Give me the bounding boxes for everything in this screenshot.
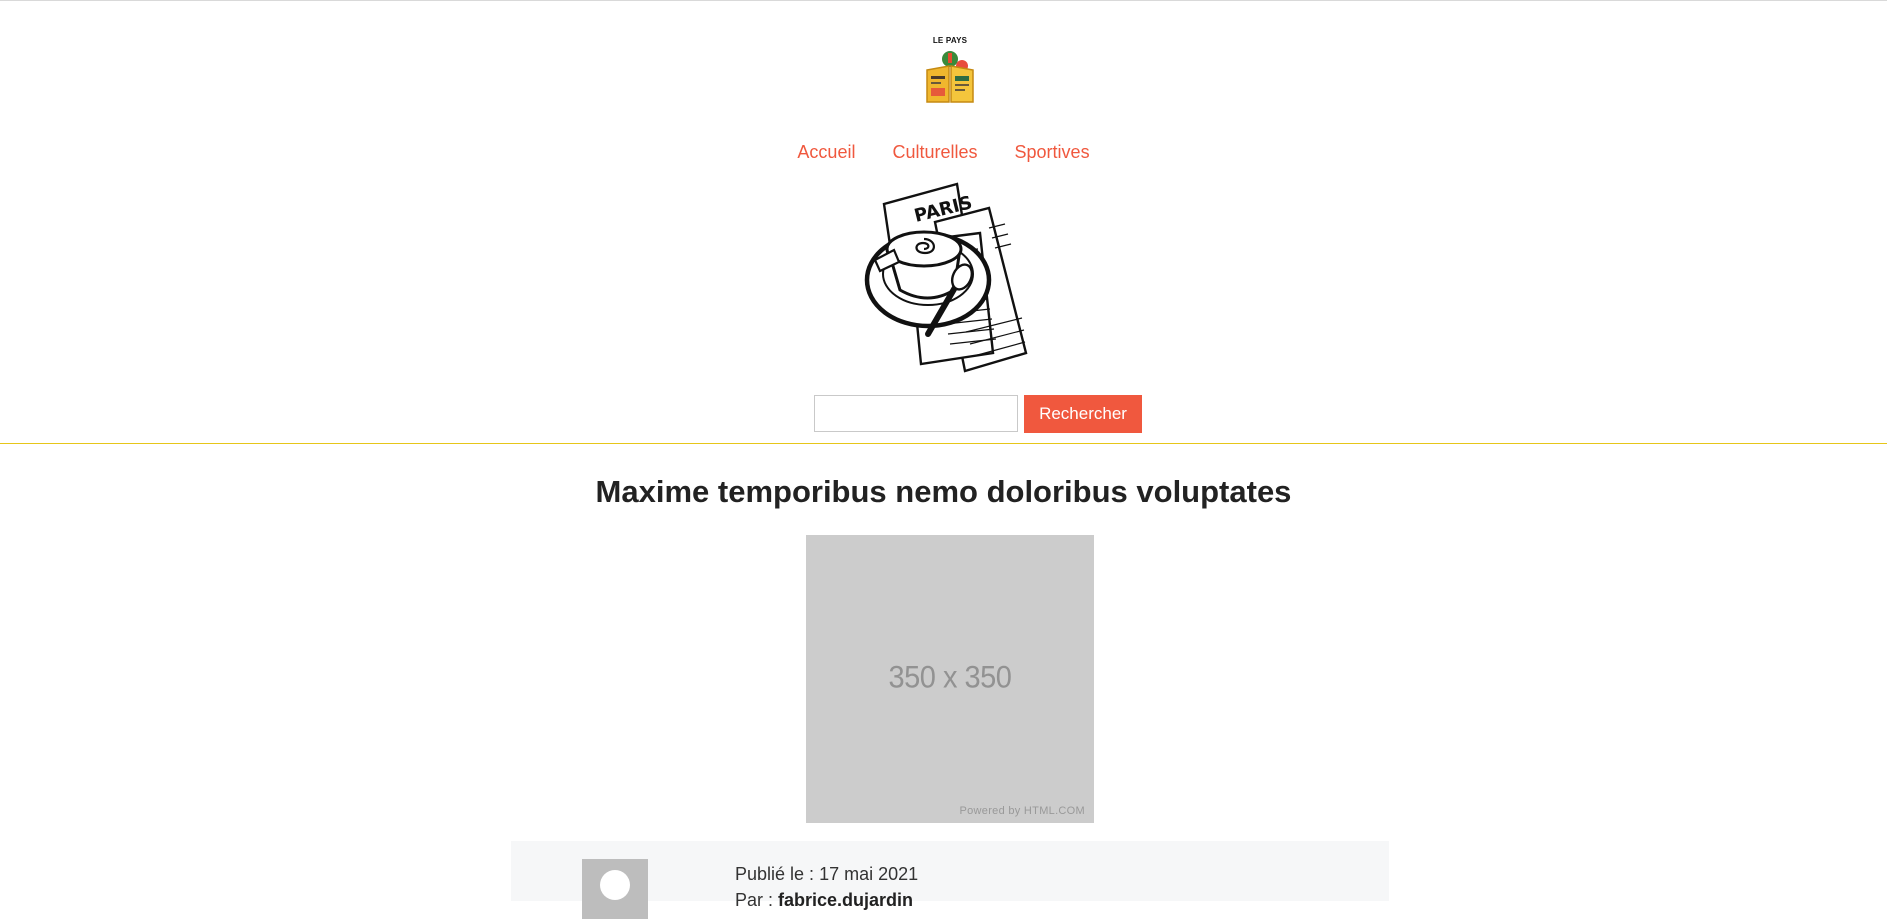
article-meta-panel: Publié le : 17 mai 2021 Par : fabrice.du… bbox=[511, 841, 1389, 919]
author-line: Par : fabrice.dujardin bbox=[735, 887, 918, 913]
placeholder-size-label: 350 x 350 bbox=[888, 660, 1012, 696]
user-avatar-icon bbox=[582, 859, 648, 919]
article-title: Maxime temporibus nemo doloribus volupta… bbox=[595, 474, 1292, 509]
nav-item-culturelles[interactable]: Culturelles bbox=[892, 142, 977, 162]
article-image-placeholder: 350 x 350 Powered by HTML.COM bbox=[806, 535, 1094, 823]
newspaper-reader-logo-icon bbox=[926, 51, 974, 103]
published-label: Publié le : bbox=[735, 864, 820, 884]
site-logo[interactable]: LE PAYS bbox=[920, 36, 980, 108]
author-name: fabrice.dujardin bbox=[778, 890, 914, 910]
published-date: 17 mai 2021 bbox=[819, 864, 919, 884]
avatar-head-shape bbox=[600, 870, 630, 900]
article-meta-text: Publié le : 17 mai 2021 Par : fabrice.du… bbox=[735, 861, 918, 913]
coffee-and-newspapers-illustration: PARIS bbox=[864, 182, 1028, 373]
search-input[interactable] bbox=[814, 395, 1018, 432]
placeholder-powered-by: Powered by HTML.COM bbox=[959, 805, 1085, 817]
search-button[interactable]: Rechercher bbox=[1024, 395, 1142, 433]
main-navigation: Accueil Culturelles Sportives bbox=[0, 142, 1887, 163]
author-label: Par : bbox=[735, 890, 779, 910]
site-header: LE PAYS Accueil Culturelles Sportives PA… bbox=[0, 0, 1887, 444]
nav-item-accueil[interactable]: Accueil bbox=[797, 142, 855, 162]
nav-item-sportives[interactable]: Sportives bbox=[1015, 142, 1090, 162]
header-divider bbox=[0, 443, 1887, 444]
published-date-line: Publié le : 17 mai 2021 bbox=[735, 861, 918, 887]
logo-text: LE PAYS bbox=[932, 36, 968, 45]
